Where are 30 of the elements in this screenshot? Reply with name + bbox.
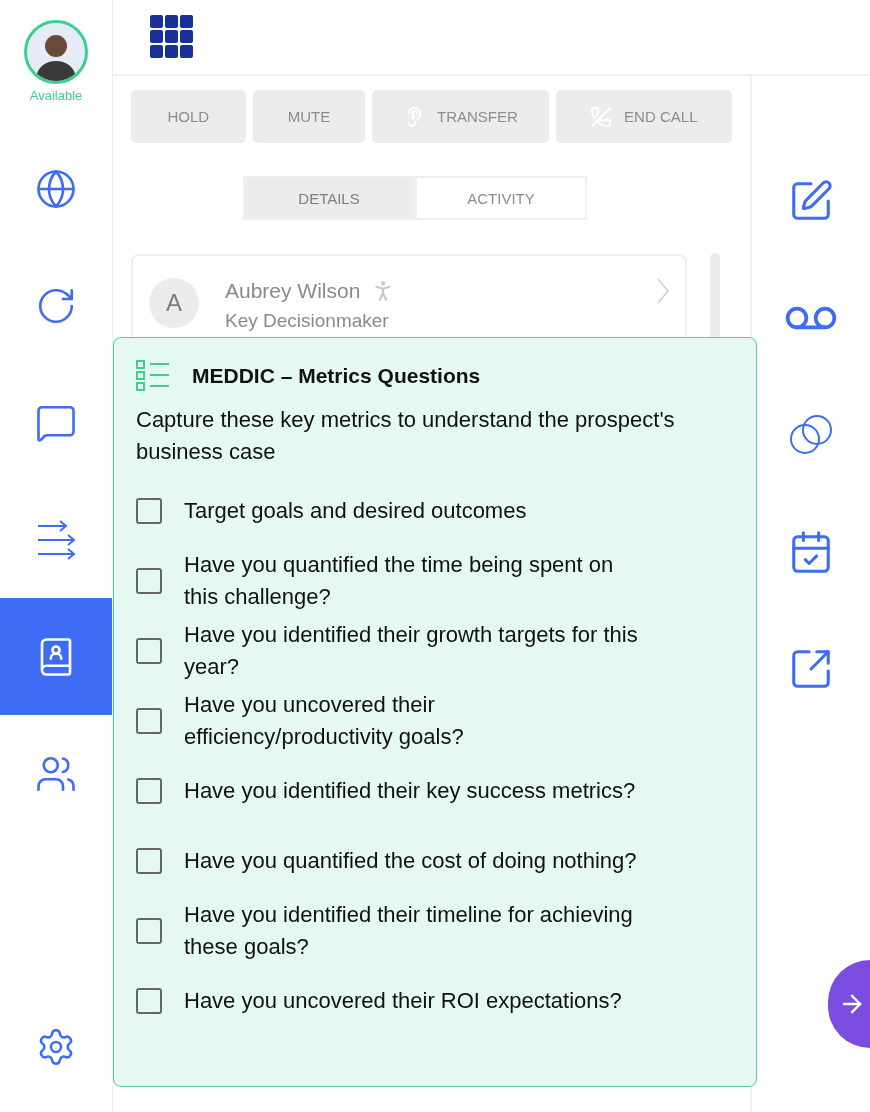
checkbox[interactable] [136, 778, 162, 804]
globe-icon [35, 167, 77, 210]
checkbox[interactable] [136, 498, 162, 524]
chevron-icon [657, 278, 669, 304]
contact-role: Key Decisionmaker [225, 310, 390, 332]
nav-item[interactable] [0, 598, 112, 715]
question-text: Have you identified their timeline for achieving these goals? [184, 901, 634, 961]
question-text: Have you quantified the cost of doing nothing? [184, 847, 637, 875]
checkbox[interactable] [136, 638, 162, 664]
checkbox[interactable] [136, 568, 162, 594]
contact-avatar: A [149, 278, 199, 328]
checkbox[interactable] [136, 708, 162, 734]
status-label: Available [29, 88, 83, 103]
question-text: Have you identified their growth targets for this year? [184, 621, 639, 681]
question-text: Have you quantified the time being spent on this challenge? [184, 551, 615, 611]
user-avatar[interactable] [24, 20, 88, 84]
question-text: Have you uncovered their efficiency/productivity goals? [184, 691, 465, 751]
contact-name: Aubrey Wilson [225, 279, 361, 303]
checkbox[interactable] [136, 848, 162, 874]
checklist-title: MEDDIC – Metrics Questions [192, 364, 481, 388]
checklist-description: Capture these key metrics to understand the prospect's business case [136, 406, 676, 466]
question-text: Target goals and desired outcomes [184, 497, 527, 525]
checkbox[interactable] [136, 988, 162, 1014]
tab[interactable]: DETAILS [243, 176, 415, 220]
checkbox[interactable] [136, 918, 162, 944]
grid-icon[interactable] [150, 15, 194, 59]
checklist-icon [136, 360, 170, 392]
tab[interactable]: ACTIVITY [415, 176, 587, 220]
question-text: Have you identified their key success metrics? [184, 777, 636, 805]
question-text: Have you uncovered their ROI expectations? [184, 987, 622, 1015]
